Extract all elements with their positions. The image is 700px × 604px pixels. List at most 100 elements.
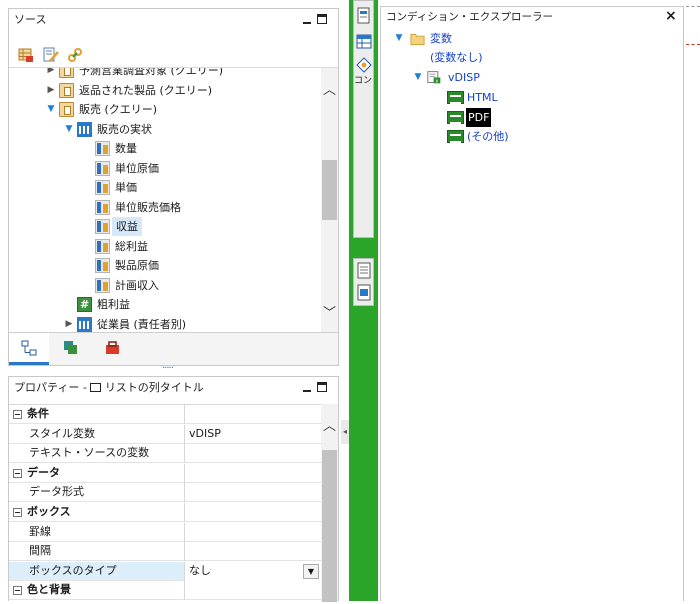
property-value[interactable] <box>185 444 321 463</box>
property-value[interactable]: vDISP <box>185 425 321 444</box>
collapse-icon[interactable] <box>13 410 22 419</box>
scroll-up-icon[interactable]: ︿ <box>321 418 338 435</box>
tree-item[interactable]: ▶ 返品された製品 (クエリー) <box>9 81 321 100</box>
condition-explorer-label[interactable]: コン <box>354 73 373 86</box>
tree-item-label: 数量 <box>115 142 137 155</box>
tree-item-label: 返品された製品 (クエリー) <box>79 83 213 97</box>
property-row[interactable]: テキスト・ソースの変数 <box>9 444 321 464</box>
format-value-icon <box>447 91 464 104</box>
link-icon[interactable] <box>67 47 83 63</box>
expand-arrow-icon[interactable]: ▼ <box>63 120 75 139</box>
collapse-arrow-icon[interactable]: ▶ <box>45 68 57 80</box>
property-row[interactable]: スタイル変数 vDISP <box>9 424 321 444</box>
field-icon <box>95 199 110 215</box>
minimize-icon[interactable] <box>302 382 312 392</box>
source-tree-tab[interactable] <box>9 333 49 365</box>
tree-item[interactable]: ▶ 従業員 (責任者別) <box>9 315 321 333</box>
format-value-icon <box>447 130 464 143</box>
condition-explorer-panel: コンディション・エクスプローラー × ▼ 変数 (変数なし) ▼ x vDISP… <box>380 6 684 601</box>
tree-item[interactable]: 数量 <box>9 139 321 158</box>
property-row[interactable]: 罫線 <box>9 522 321 542</box>
property-value[interactable] <box>185 503 321 522</box>
tree-item[interactable]: 収益 <box>9 217 321 236</box>
tree-item[interactable]: 計画収入 <box>9 276 321 295</box>
report-page-icon[interactable] <box>355 262 373 280</box>
property-row[interactable]: データ形式 <box>9 483 321 503</box>
page-explorer-icon[interactable] <box>355 7 373 25</box>
toolbox-tab[interactable] <box>93 333 133 365</box>
calc-icon <box>77 295 92 314</box>
canvas-guide-line <box>686 6 700 7</box>
expand-arrow-icon[interactable]: ▼ <box>393 29 405 48</box>
property-category[interactable]: 条件 <box>9 405 321 424</box>
tree-item[interactable]: 単価 <box>9 178 321 197</box>
tree-scroll-thumb[interactable] <box>322 160 337 220</box>
property-name: ボックスのタイプ <box>26 561 185 581</box>
properties-scroll-thumb[interactable] <box>322 450 337 602</box>
property-value[interactable] <box>185 464 321 483</box>
property-value[interactable] <box>185 483 321 502</box>
variables-folder[interactable]: ▼ 変数 <box>381 29 681 48</box>
collapse-arrow-icon[interactable]: ▶ <box>45 81 57 100</box>
property-value[interactable]: なし <box>185 561 321 581</box>
collapse-arrow-icon[interactable]: ▶ <box>63 315 75 333</box>
scroll-down-icon[interactable]: ﹀ <box>321 305 338 322</box>
expand-arrow-icon[interactable]: ▼ <box>412 68 424 87</box>
data-page-icon[interactable] <box>355 284 373 302</box>
condition-value-label: HTML <box>467 91 498 104</box>
scroll-up-icon[interactable]: ︿ <box>321 82 338 99</box>
panel-splitter[interactable]: ..... <box>162 360 174 371</box>
property-value[interactable] <box>185 542 321 561</box>
tree-item[interactable]: ▼ 販売 (クエリー) <box>9 100 321 119</box>
collapse-icon[interactable] <box>13 586 22 596</box>
expand-arrow-icon[interactable]: ▼ <box>45 100 57 119</box>
query-explorer-icon[interactable] <box>355 33 373 51</box>
property-gutter <box>9 444 26 463</box>
property-row[interactable]: 間隔 <box>9 542 321 562</box>
side-toolbar-top: コン <box>353 0 374 238</box>
condition-value[interactable]: HTML <box>381 88 681 107</box>
property-row[interactable]: ボックスのタイプ なし ▼ <box>9 561 321 581</box>
tree-item[interactable]: 総利益 <box>9 237 321 256</box>
tree-item[interactable]: ▼ 販売の実状 <box>9 120 321 139</box>
tree-item[interactable]: 単位原価 <box>9 159 321 178</box>
tree-scrollbar[interactable]: ︿ ﹀ <box>321 68 338 332</box>
property-name: 条件 <box>26 405 185 424</box>
collapse-icon[interactable] <box>13 508 22 517</box>
property-gutter <box>9 483 26 502</box>
field-icon <box>95 180 110 195</box>
collapse-icon[interactable] <box>13 468 22 478</box>
property-category[interactable]: 色と背景 <box>9 581 321 601</box>
property-gutter <box>9 523 26 542</box>
properties-scrollbar[interactable]: ︿ <box>321 404 338 602</box>
maximize-icon[interactable] <box>317 14 327 24</box>
tree-item-label: 従業員 (責任者別) <box>97 317 187 331</box>
edit-icon[interactable] <box>43 47 59 63</box>
property-value[interactable] <box>185 405 321 424</box>
properties-panel: プロパティー - リストの列タイトル 条件 スタイル変数 vDISP テキスト・ソース… <box>8 376 339 602</box>
no-variable-item[interactable]: (変数なし) <box>381 48 681 67</box>
property-value[interactable] <box>185 581 321 600</box>
field-icon <box>95 219 110 234</box>
condition-value[interactable]: (その他) <box>381 127 681 146</box>
close-icon[interactable]: × <box>665 8 677 24</box>
tree-item[interactable]: ▶ 予測営業調査対象 (クエリー) <box>9 68 321 80</box>
dropdown-arrow-icon[interactable]: ▼ <box>303 563 319 579</box>
variable-vdisp[interactable]: ▼ x vDISP <box>381 68 681 87</box>
tree-item[interactable]: 単位販売価格 <box>9 198 321 217</box>
property-value[interactable] <box>185 523 321 542</box>
minimize-icon[interactable] <box>302 14 312 24</box>
format-value-icon <box>447 110 464 124</box>
property-name: ボックス <box>26 503 185 522</box>
tree-item[interactable]: 製品原価 <box>9 256 321 275</box>
tree-item[interactable]: 粗利益 <box>9 295 321 314</box>
property-gutter <box>9 425 26 444</box>
property-category[interactable]: ボックス <box>9 503 321 522</box>
insert-field-icon[interactable] <box>18 47 34 63</box>
maximize-icon[interactable] <box>317 382 327 392</box>
property-category[interactable]: データ <box>9 463 321 483</box>
condition-value[interactable]: PDF <box>381 107 681 127</box>
source-panel-title: ソース <box>14 13 47 26</box>
collapse-handle[interactable]: ◂ <box>341 420 349 444</box>
data-items-tab[interactable] <box>51 333 91 365</box>
